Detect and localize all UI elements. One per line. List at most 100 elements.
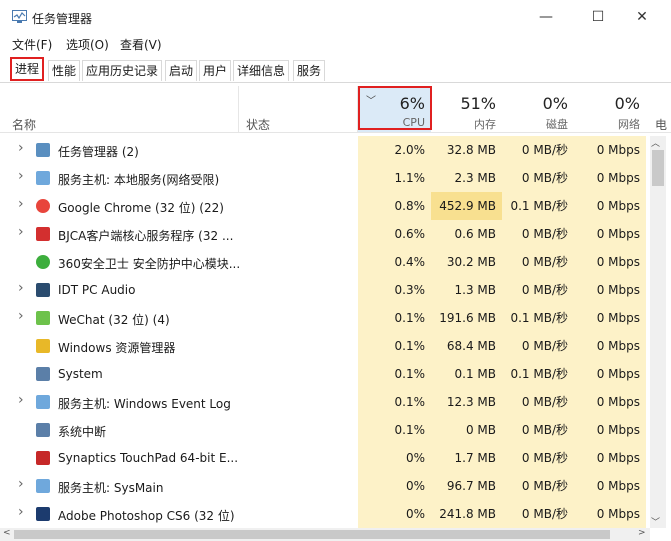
window-title: 任务管理器 <box>32 12 93 26</box>
expand-chevron-icon[interactable]: › <box>18 140 24 156</box>
audio-icon <box>36 283 50 297</box>
network-label: 网络 <box>618 118 640 131</box>
table-header: 名称 状态 ﹀ 6% CPU 51% 内存 0% 磁盘 0% 网络 电 <box>0 86 671 133</box>
expand-chevron-icon[interactable]: › <box>18 308 24 324</box>
scroll-down-icon[interactable]: ﹀ <box>651 515 660 528</box>
vertical-scrollbar[interactable] <box>650 136 666 528</box>
expand-chevron-icon[interactable]: › <box>18 168 24 184</box>
tab-users[interactable]: 用户 <box>199 60 232 81</box>
task-manager-icon <box>36 143 50 157</box>
disk-value: 0 MB/秒 <box>502 220 574 248</box>
table-row[interactable]: Windows 资源管理器 0.1% 68.4 MB 0 MB/秒 0 Mbps <box>0 332 650 360</box>
table-row[interactable]: › Google Chrome (32 位) (22) 0.8% 452.9 MB 0.… <box>0 192 650 220</box>
network-value: 0 Mbps <box>574 164 646 192</box>
network-value: 0 Mbps <box>574 220 646 248</box>
tab-processes[interactable]: 进程 <box>10 57 45 81</box>
process-name: System <box>58 367 103 381</box>
column-status-header[interactable]: 状态 <box>246 116 270 133</box>
wechat-icon <box>36 311 50 325</box>
chrome-icon <box>36 199 50 213</box>
synaptics-icon <box>36 451 50 465</box>
vertical-scroll-thumb[interactable] <box>652 150 664 186</box>
process-name: BJCA客户端核心服务程序 (32 ... <box>58 229 234 243</box>
disk-value: 0.1 MB/秒 <box>502 360 574 388</box>
network-value: 0 Mbps <box>574 416 646 444</box>
expand-chevron-icon[interactable]: › <box>18 196 24 212</box>
service-host-icon <box>36 395 50 409</box>
folder-icon <box>36 339 50 353</box>
process-name: Google Chrome (32 位) (22) <box>58 201 224 215</box>
column-power-header[interactable]: 电 <box>655 116 667 133</box>
column-memory-header[interactable]: 51% 内存 <box>431 86 502 132</box>
maximize-button[interactable]: ☐ <box>588 8 608 26</box>
cpu-value: 0% <box>358 444 431 472</box>
memory-value: 452.9 MB <box>431 192 502 220</box>
scroll-left-icon[interactable]: < <box>3 528 11 538</box>
column-disk-header[interactable]: 0% 磁盘 <box>502 86 574 132</box>
column-name-header[interactable]: 名称 <box>12 116 36 133</box>
cpu-value: 0.1% <box>358 360 431 388</box>
disk-value: 0.1 MB/秒 <box>502 304 574 332</box>
expand-chevron-icon[interactable]: › <box>18 224 24 240</box>
table-row[interactable]: › 任务管理器 (2) 2.0% 32.8 MB 0 MB/秒 0 Mbps <box>0 136 650 164</box>
table-row[interactable]: › IDT PC Audio 0.3% 1.3 MB 0 MB/秒 0 Mbps <box>0 276 650 304</box>
tab-services[interactable]: 服务 <box>293 60 326 81</box>
disk-value: 0 MB/秒 <box>502 276 574 304</box>
minimize-button[interactable]: — <box>536 8 556 26</box>
cpu-value: 0.1% <box>358 304 431 332</box>
photoshop-icon <box>36 507 50 521</box>
table-row[interactable]: › 服务主机: SysMain 0% 96.7 MB 0 MB/秒 0 Mbps <box>0 472 650 500</box>
table-row[interactable]: › Adobe Photoshop CS6 (32 位) 0% 241.8 MB 0 M… <box>0 500 650 528</box>
menu-file[interactable]: 文件(F) <box>12 36 52 53</box>
table-row[interactable]: › BJCA客户端核心服务程序 (32 ... 0.6% 0.6 MB 0 MB/秒 0 … <box>0 220 650 248</box>
tab-startup[interactable]: 启动 <box>165 60 198 81</box>
tab-details[interactable]: 详细信息 <box>233 60 290 81</box>
table-row[interactable]: 系统中断 0.1% 0 MB 0 MB/秒 0 Mbps <box>0 416 650 444</box>
tab-performance[interactable]: 性能 <box>48 60 81 81</box>
expand-chevron-icon[interactable]: › <box>18 280 24 296</box>
table-row[interactable]: › WeChat (32 位) (4) 0.1% 191.6 MB 0.1 MB/秒 0 … <box>0 304 650 332</box>
table-row[interactable]: › 服务主机: Windows Event Log 0.1% 12.3 MB 0 MB/… <box>0 388 650 416</box>
disk-value: 0 MB/秒 <box>502 444 574 472</box>
tab-bar: 进程 性能 应用历史记录 启动 用户 详细信息 服务 <box>0 56 671 83</box>
memory-label: 内存 <box>474 118 496 131</box>
expand-chevron-icon[interactable]: › <box>18 504 24 520</box>
memory-value: 1.3 MB <box>431 276 502 304</box>
process-name: 系统中断 <box>58 425 107 439</box>
network-value: 0 Mbps <box>574 388 646 416</box>
network-value: 0 Mbps <box>574 444 646 472</box>
menu-view[interactable]: 查看(V) <box>120 36 162 53</box>
disk-value: 0 MB/秒 <box>502 332 574 360</box>
bjca-icon <box>36 227 50 241</box>
memory-value: 2.3 MB <box>431 164 502 192</box>
table-row[interactable]: 360安全卫士 安全防护中心模块... 0.4% 30.2 MB 0 MB/秒 0 Mb… <box>0 248 650 276</box>
menu-options[interactable]: 选项(O) <box>66 36 109 53</box>
disk-value: 0 MB/秒 <box>502 416 574 444</box>
expand-chevron-icon[interactable]: › <box>18 476 24 492</box>
expand-chevron-icon[interactable]: › <box>18 392 24 408</box>
cpu-value: 0.3% <box>358 276 431 304</box>
process-name: 任务管理器 (2) <box>58 145 139 159</box>
table-row[interactable]: › 服务主机: 本地服务(网络受限) 1.1% 2.3 MB 0 MB/秒 0 Mbps <box>0 164 650 192</box>
cpu-value: 0.8% <box>358 192 431 220</box>
column-divider[interactable] <box>238 86 239 132</box>
table-row[interactable]: System 0.1% 0.1 MB 0.1 MB/秒 0 Mbps <box>0 360 650 388</box>
memory-value: 68.4 MB <box>431 332 502 360</box>
memory-value: 1.7 MB <box>431 444 502 472</box>
memory-value: 0.1 MB <box>431 360 502 388</box>
process-name: WeChat (32 位) (4) <box>58 313 170 327</box>
horizontal-scroll-thumb[interactable] <box>14 530 610 539</box>
scroll-up-icon[interactable]: ︿ <box>651 136 660 149</box>
network-value: 0 Mbps <box>574 332 646 360</box>
cpu-value: 0.1% <box>358 388 431 416</box>
close-button[interactable]: ✕ <box>632 8 652 26</box>
process-name: Synaptics TouchPad 64-bit E... <box>58 451 239 465</box>
scroll-right-icon[interactable]: > <box>638 528 646 538</box>
cpu-highlight-box <box>358 86 432 130</box>
tab-app-history[interactable]: 应用历史记录 <box>82 60 163 81</box>
service-host-icon <box>36 171 50 185</box>
column-network-header[interactable]: 0% 网络 <box>574 86 646 132</box>
table-row[interactable]: Synaptics TouchPad 64-bit E... 0% 1.7 MB 0 … <box>0 444 650 472</box>
disk-value: 0.1 MB/秒 <box>502 192 574 220</box>
disk-value: 0 MB/秒 <box>502 164 574 192</box>
